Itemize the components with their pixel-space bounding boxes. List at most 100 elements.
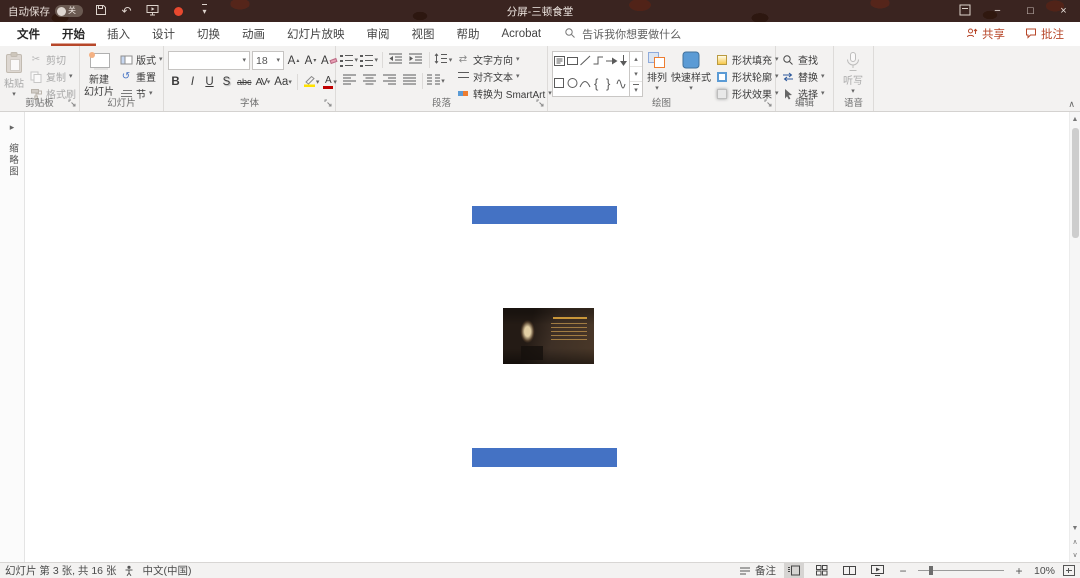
align-right-button[interactable] <box>380 72 398 90</box>
tell-me-search[interactable]: 告诉我你想要做什么 <box>564 22 681 46</box>
close-button[interactable]: × <box>1047 0 1080 22</box>
comments-button[interactable]: 批注 <box>1015 22 1074 46</box>
slide-image[interactable] <box>503 308 594 364</box>
language-indicator[interactable]: 中文(中国) <box>142 563 191 578</box>
change-case-button[interactable]: Aa▾ <box>273 73 293 91</box>
maximize-button[interactable]: □ <box>1014 0 1047 22</box>
tab-help[interactable]: 帮助 <box>446 22 491 46</box>
increase-indent-button[interactable] <box>407 51 425 69</box>
cut-button[interactable]: ✂剪切 <box>28 52 77 67</box>
quick-styles-button[interactable]: 快速样式 ▾ <box>671 49 711 96</box>
italic-button[interactable]: I <box>185 73 200 91</box>
reading-view-button[interactable] <box>840 563 860 578</box>
paste-button[interactable]: 粘贴 ▾ <box>4 49 24 96</box>
accessibility-icon[interactable] <box>124 565 134 576</box>
slide-shape-blue-bar-bottom[interactable] <box>472 448 617 467</box>
save-button[interactable] <box>92 2 109 20</box>
tab-acrobat[interactable]: Acrobat <box>491 22 553 46</box>
text-highlight-button[interactable]: ▾ <box>302 73 321 91</box>
slide-shape-blue-bar-top[interactable] <box>472 206 617 224</box>
zoom-slider[interactable] <box>918 563 1004 578</box>
tab-review[interactable]: 审阅 <box>356 22 401 46</box>
tab-view[interactable]: 视图 <box>401 22 446 46</box>
tab-animations[interactable]: 动画 <box>231 22 276 46</box>
decrease-indent-button[interactable] <box>387 51 405 69</box>
slideshow-view-button[interactable] <box>868 563 888 578</box>
record-button[interactable] <box>170 2 187 20</box>
shapes-scroll-up-button[interactable]: ▴ <box>630 52 642 66</box>
bold-button[interactable]: B <box>168 73 183 91</box>
notes-button[interactable]: 备注 <box>739 563 776 578</box>
clipboard-dialog-launcher[interactable] <box>67 99 77 109</box>
font-name-combobox[interactable]: ▾ <box>168 51 250 70</box>
slide-number-indicator[interactable]: 幻灯片 第 3 张, 共 16 张 <box>5 563 116 578</box>
underline-button[interactable]: U <box>202 73 217 91</box>
autosave-label: 自动保存 <box>8 4 50 19</box>
undo-button[interactable]: ↶ <box>118 2 135 20</box>
next-slide-button[interactable]: ∨ <box>1070 548 1080 561</box>
find-button[interactable]: 查找 <box>780 52 826 67</box>
copy-button[interactable]: 复制▾ <box>28 69 77 84</box>
tab-file[interactable]: 文件 <box>6 22 51 46</box>
align-left-button[interactable] <box>340 72 358 90</box>
shape-fill-button[interactable]: 形状填充▾ <box>715 52 779 67</box>
vertical-scrollbar[interactable]: ▲ ▼ ∧ ∨ <box>1069 112 1080 562</box>
normal-view-button[interactable] <box>784 563 804 578</box>
share-button[interactable]: 共享 <box>956 22 1015 46</box>
zoom-slider-thumb[interactable] <box>929 566 933 575</box>
align-text-button[interactable]: 对齐文本▾ <box>456 69 552 84</box>
previous-slide-button[interactable]: ∧ <box>1070 535 1080 548</box>
scrollbar-thumb[interactable] <box>1072 128 1079 238</box>
tab-slideshow[interactable]: 幻灯片放映 <box>276 22 356 46</box>
font-dialog-launcher[interactable] <box>323 99 333 109</box>
shape-outline-button[interactable]: 形状轮廓▾ <box>715 69 779 84</box>
zoom-in-button[interactable]: + <box>1012 564 1026 578</box>
section-button[interactable]: 节▾ <box>118 86 164 101</box>
text-direction-button[interactable]: ⇄文字方向▾ <box>456 52 552 67</box>
layout-button[interactable]: 版式▾ <box>118 52 164 67</box>
tab-design[interactable]: 设计 <box>141 22 186 46</box>
shapes-gallery[interactable]: { } ▴ ▾ ▾ <box>552 51 643 97</box>
bullets-button[interactable]: ▾ <box>340 51 358 69</box>
zoom-out-button[interactable]: − <box>896 564 910 578</box>
dropdown-caret-icon: ▾ <box>354 57 358 64</box>
numbering-button[interactable]: ▾ <box>360 51 378 69</box>
replace-button[interactable]: 替换▾ <box>780 69 826 84</box>
font-size-combobox[interactable]: 18▾ <box>252 51 284 70</box>
dictate-button[interactable]: 听写 ▾ <box>838 49 868 96</box>
collapse-ribbon-button[interactable]: ∧ <box>1068 99 1075 110</box>
strikethrough-button[interactable]: abc <box>236 73 253 91</box>
character-spacing-button[interactable]: AV▾ <box>255 73 272 91</box>
justify-button[interactable] <box>400 72 418 90</box>
thumbnail-panel-collapsed[interactable]: ▸ 缩略图 <box>0 112 25 562</box>
paragraph-dialog-launcher[interactable] <box>535 99 545 109</box>
start-slideshow-button[interactable] <box>144 2 161 20</box>
customize-qat-button[interactable]: ▾ <box>196 2 213 20</box>
grow-font-button[interactable]: A▴ <box>286 52 301 70</box>
shrink-font-button[interactable]: A▾ <box>303 52 318 70</box>
fit-to-window-icon <box>1063 565 1075 576</box>
shapes-more-button[interactable]: ▾ <box>630 81 642 96</box>
minimize-button[interactable]: − <box>981 0 1014 22</box>
layout-label: 版式 <box>136 52 156 67</box>
arrange-button[interactable]: 排列 ▾ <box>647 49 667 96</box>
slide-sorter-view-button[interactable] <box>812 563 832 578</box>
line-spacing-button[interactable]: ▾ <box>434 51 452 69</box>
align-center-button[interactable] <box>360 72 378 90</box>
tab-home[interactable]: 开始 <box>51 22 96 46</box>
shapes-scroll-down-button[interactable]: ▾ <box>630 66 642 81</box>
scroll-up-button[interactable]: ▲ <box>1070 113 1080 126</box>
drawing-dialog-launcher[interactable] <box>763 99 773 109</box>
select-button[interactable]: 选择▾ <box>780 86 826 101</box>
columns-button[interactable]: ▾ <box>427 72 445 90</box>
tab-transitions[interactable]: 切换 <box>186 22 231 46</box>
ribbon-display-options-button[interactable] <box>948 0 981 22</box>
scroll-down-button[interactable]: ▼ <box>1070 522 1080 535</box>
zoom-level-indicator[interactable]: 10% <box>1034 565 1055 577</box>
autosave-toggle[interactable]: 自动保存 关 <box>8 4 83 19</box>
text-shadow-button[interactable]: S <box>219 73 234 91</box>
fit-slide-to-window-button[interactable] <box>1063 565 1075 576</box>
tab-insert[interactable]: 插入 <box>96 22 141 46</box>
reset-button[interactable]: ↺重置 <box>118 69 164 84</box>
new-slide-button[interactable]: 新建 幻灯片 <box>84 49 114 96</box>
